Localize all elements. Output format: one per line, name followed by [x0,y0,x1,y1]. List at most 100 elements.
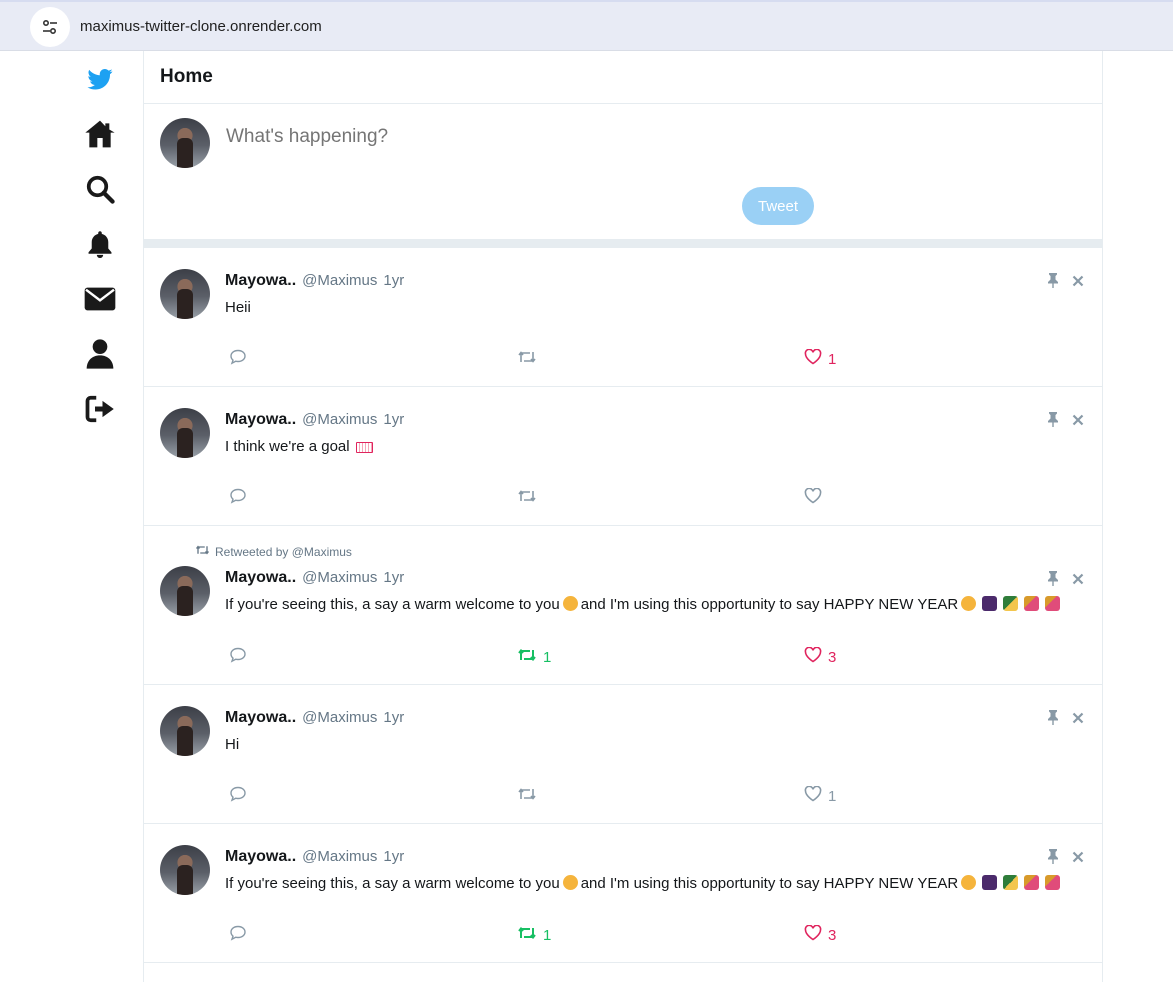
close-icon[interactable] [1072,274,1084,292]
close-icon[interactable] [1072,850,1084,868]
tweet-text: If you're seeing this, a say a warm welc… [225,596,560,613]
kiss-emoji-icon [562,875,578,890]
author-handle: @Maximus [302,709,378,726]
retweeted-by-text: Retweeted by @Maximus [215,544,352,559]
tweet-item[interactable]: Retweeted by @Maximus Mayowa.. @Maximus … [144,526,1102,685]
pin-icon[interactable] [1046,709,1060,730]
pin-icon[interactable] [1046,570,1060,591]
like-button[interactable]: 1 [804,785,837,806]
search-icon[interactable] [84,173,116,205]
tweet-text: Heii [225,299,251,316]
retweet-icon [517,786,537,806]
author-name[interactable]: Mayowa.. [225,709,296,727]
tweet-item[interactable]: Mayowa.. @Maximus 1yr I think we're a go… [144,387,1102,526]
author-name[interactable]: Mayowa.. [225,848,296,866]
retweet-icon [194,544,211,559]
like-button[interactable] [804,487,828,508]
tweet-text: and I'm using this opportunity to say HA… [580,596,959,613]
page-title: Home [160,66,213,87]
like-button[interactable]: 1 [804,348,837,369]
author-handle: @Maximus [302,411,378,428]
author-handle: @Maximus [302,272,378,289]
avatar[interactable] [160,269,210,319]
author-name[interactable]: Mayowa.. [225,272,296,290]
tweet-text: If you're seeing this, a say a warm welc… [225,875,560,892]
timestamp: 1yr [383,709,405,726]
tweet-text: I think we're a goal [225,438,350,455]
party-face-emoji-icon [961,875,977,890]
timestamp: 1yr [383,848,405,865]
heart-icon [804,924,822,945]
author-handle: @Maximus [302,569,378,586]
tweet-text-container: I think we're a goal [225,438,376,455]
retweeted-by-line: Retweeted by @Maximus [194,544,352,559]
goal-net-emoji-icon [355,442,373,453]
pin-icon[interactable] [1046,411,1060,432]
like-count: 1 [828,787,837,805]
retweet-button[interactable] [517,488,543,508]
timestamp: 1yr [383,272,405,289]
avatar[interactable] [160,408,210,458]
retweet-button[interactable] [517,349,543,369]
twitter-bird-icon[interactable] [84,63,116,95]
reply-icon [229,349,247,369]
browser-address-bar: maximus-twitter-clone.onrender.com [0,0,1173,51]
tweet-button[interactable]: Tweet [742,187,814,225]
user-icon[interactable] [84,338,116,370]
tweet-text: and I'm using this opportunity to say HA… [580,875,959,892]
tweet-item[interactable]: Mayowa.. @Maximus 1yr Hi 1 [144,685,1102,824]
retweet-button[interactable] [517,786,543,806]
tweet-text-container: If you're seeing this, a say a warm welc… [225,875,1063,892]
reply-button[interactable] [229,349,247,369]
avatar[interactable] [160,706,210,756]
avatar[interactable] [160,118,210,168]
reply-icon [229,786,247,806]
section-divider [144,239,1102,248]
reply-button[interactable] [229,925,247,945]
pin-icon[interactable] [1046,848,1060,869]
avatar[interactable] [160,845,210,895]
like-count: 1 [828,350,837,368]
reply-button[interactable] [229,786,247,806]
close-icon[interactable] [1072,413,1084,431]
reply-icon [229,488,247,508]
author-name[interactable]: Mayowa.. [225,569,296,587]
mail-icon[interactable] [84,283,116,315]
reply-button[interactable] [229,488,247,508]
party-popper-emoji-icon [1024,875,1040,890]
pin-icon[interactable] [1046,272,1060,293]
reply-button[interactable] [229,647,247,667]
retweet-button[interactable]: 1 [517,647,551,667]
retweet-count: 1 [543,926,552,944]
retweet-icon [517,488,537,508]
close-icon[interactable] [1072,711,1084,729]
home-icon[interactable] [84,118,116,150]
fireworks-emoji-icon [982,596,998,611]
bell-icon[interactable] [84,228,116,260]
reply-icon [229,925,247,945]
heart-icon [804,785,822,806]
url-text[interactable]: maximus-twitter-clone.onrender.com [80,18,322,35]
fireworks-emoji-icon [982,875,998,890]
timestamp: 1yr [383,411,405,428]
party-popper-emoji-icon [1024,596,1040,611]
tweet-text-container: If you're seeing this, a say a warm welc… [225,596,1063,613]
party-face-emoji-icon [961,596,977,611]
author-name[interactable]: Mayowa.. [225,411,296,429]
party-popper-emoji-icon [1045,596,1061,611]
logout-icon[interactable] [84,393,116,425]
like-button[interactable]: 3 [804,646,837,667]
like-count: 3 [828,648,837,666]
site-settings-icon[interactable] [30,7,70,47]
tweet-input[interactable] [226,126,826,148]
close-icon[interactable] [1072,572,1084,590]
tweet-item[interactable]: Mayowa.. @Maximus 1yr If you're seeing t… [144,824,1102,963]
like-count: 3 [828,926,837,944]
author-handle: @Maximus [302,848,378,865]
tweet-item[interactable]: Mayowa.. @Maximus 1yr Heii 1 [144,248,1102,387]
party-popper-emoji-icon [1045,875,1061,890]
retweet-button[interactable]: 1 [517,925,551,945]
sidebar-nav [70,51,143,982]
like-button[interactable]: 3 [804,924,837,945]
avatar[interactable] [160,566,210,616]
